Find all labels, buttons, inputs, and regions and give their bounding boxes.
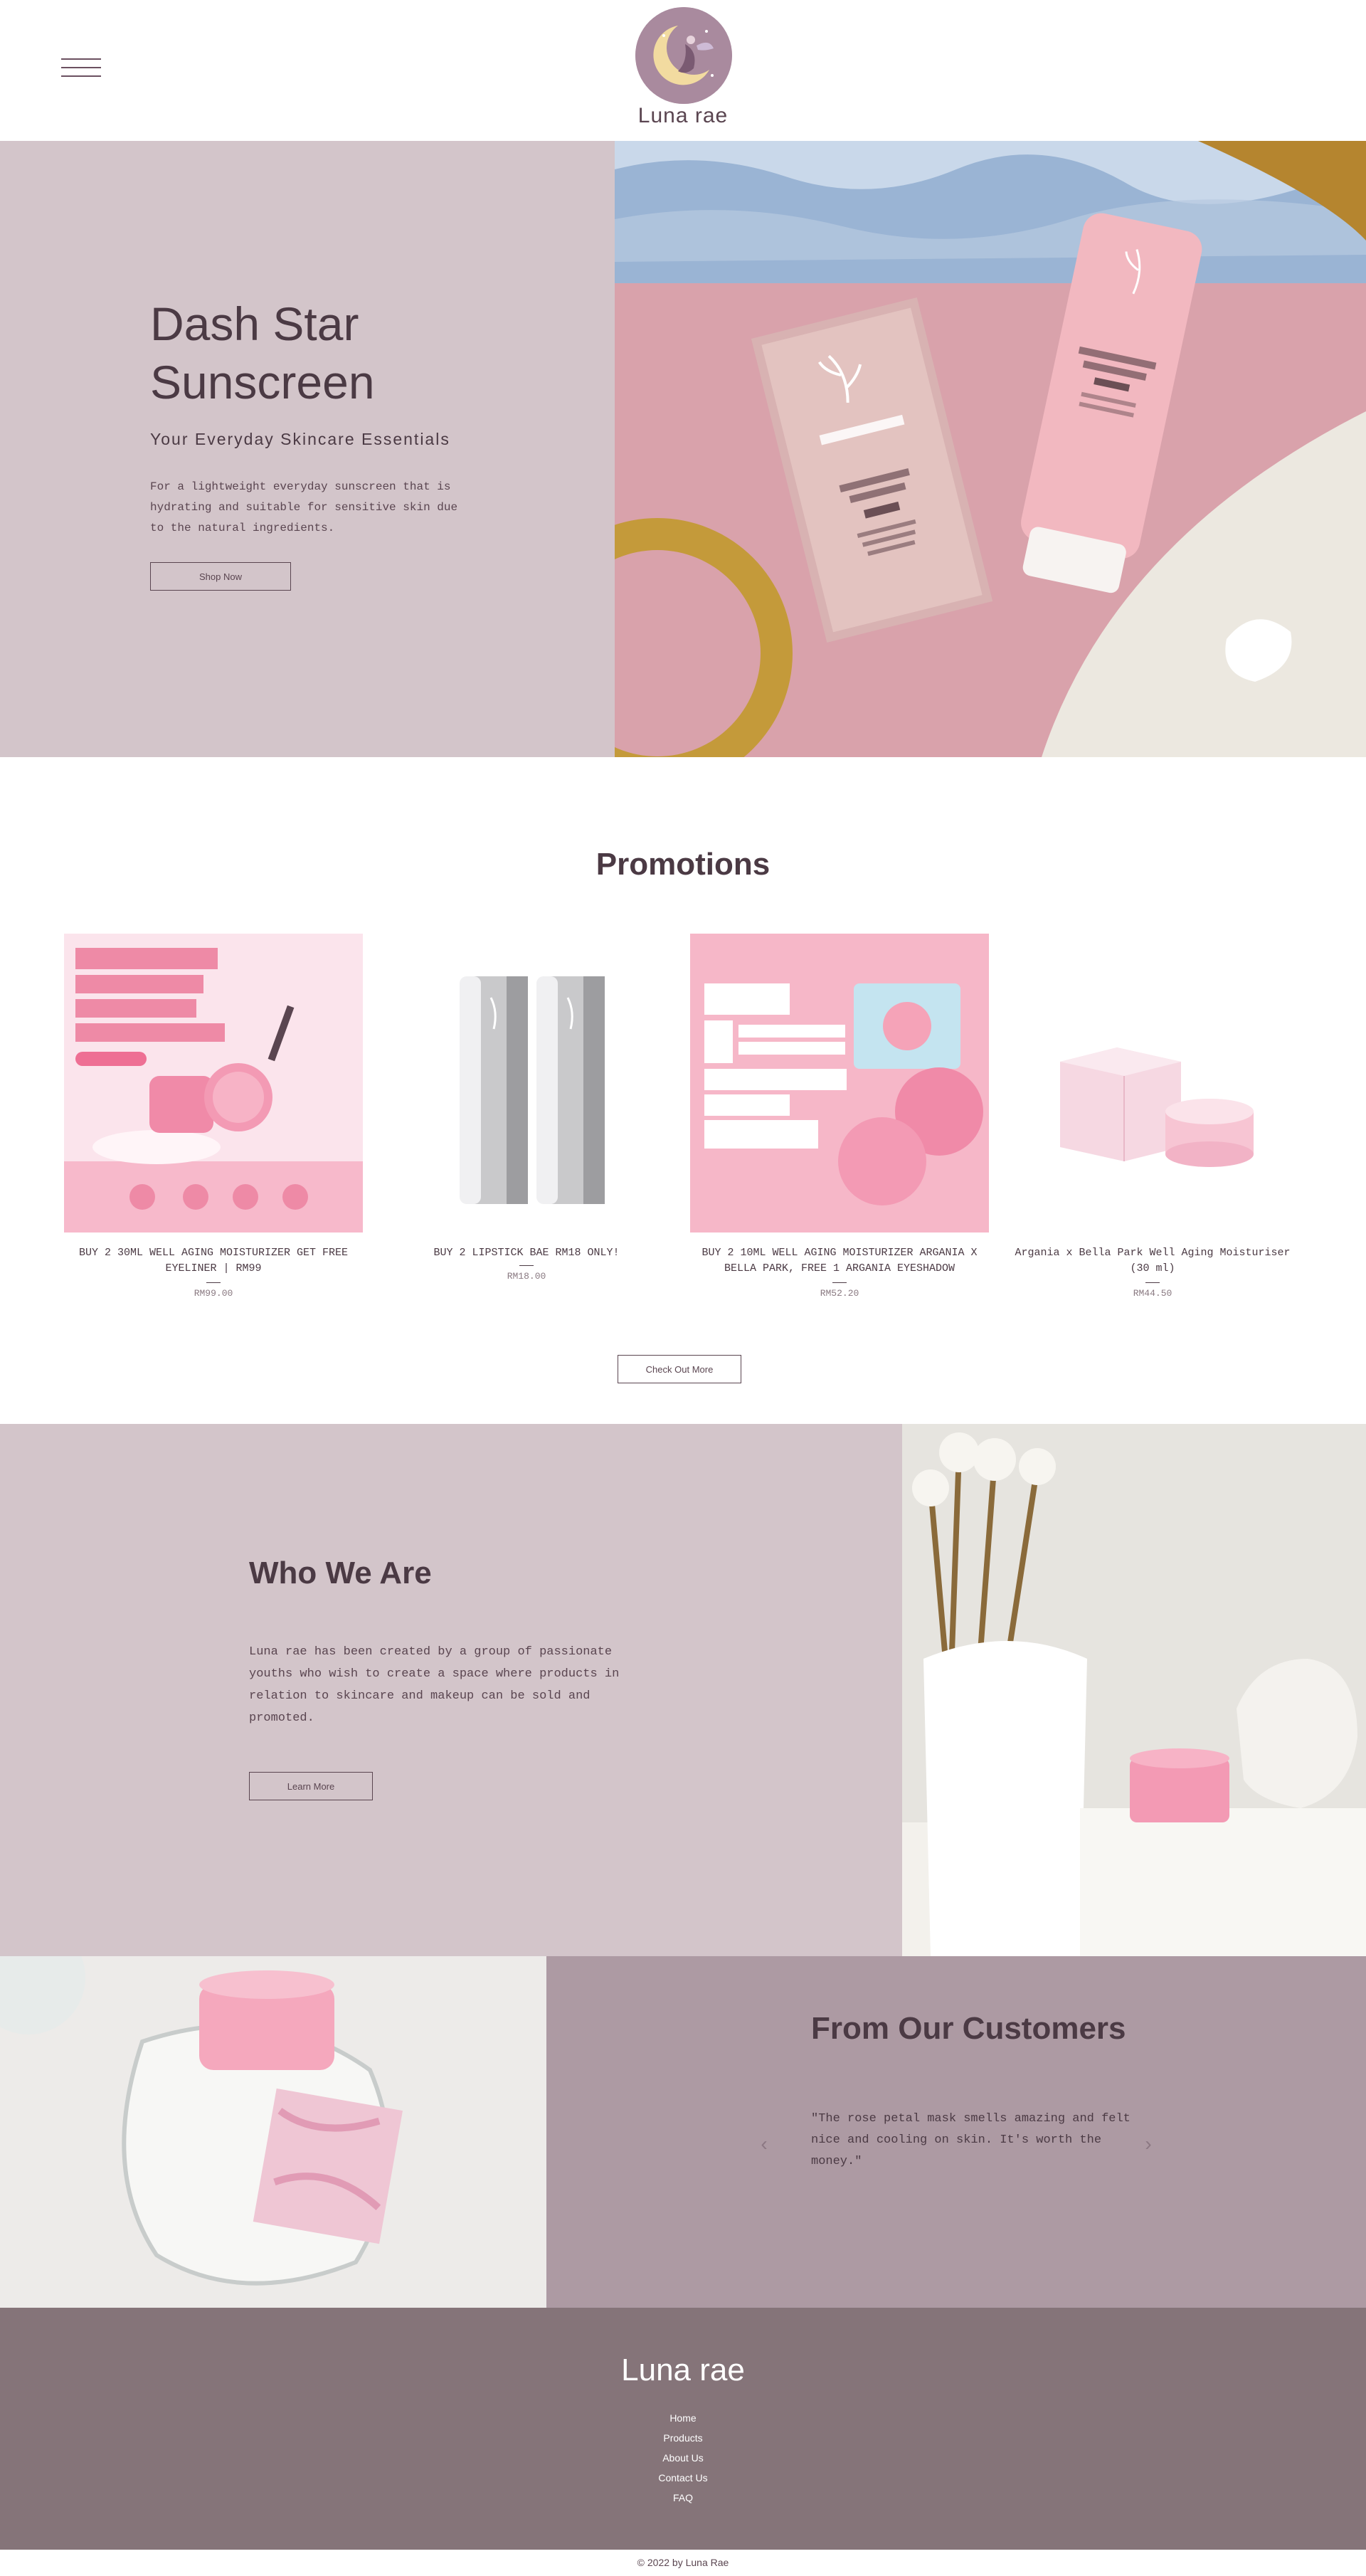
footer-link-products[interactable]: Products <box>612 2428 754 2448</box>
hero-panel <box>0 141 615 757</box>
testimonial-quote: "The rose petal mask smells amazing and … <box>811 2112 1131 2168</box>
learn-more-button[interactable]: Learn More <box>249 1772 373 1800</box>
footer-link-contact-us[interactable]: Contact Us <box>612 2468 754 2488</box>
hero-subtitle: Your Everyday Skincare Essentials <box>150 430 450 448</box>
footer-brand: Luna rae <box>621 2353 745 2387</box>
shop-now-button[interactable]: Shop Now <box>150 562 291 591</box>
menu-line <box>61 67 101 68</box>
moon-fairy-logo-icon <box>635 7 732 104</box>
product-image[interactable] <box>1003 934 1302 1232</box>
footer-link-home[interactable]: Home <box>612 2408 754 2428</box>
hamburger-menu-icon[interactable] <box>61 56 101 80</box>
divider <box>206 1282 221 1283</box>
product-name[interactable]: BUY 2 LIPSTICK BAE RM18 ONLY! <box>377 1245 676 1261</box>
divider <box>519 1265 534 1266</box>
product-card[interactable]: Argania x Bella Park Well Aging Moisturi… <box>1003 934 1302 1299</box>
product-price: RM99.00 <box>194 1288 233 1299</box>
footer-link-about-us[interactable]: About Us <box>612 2448 754 2468</box>
product-price: RM44.50 <box>1133 1288 1172 1299</box>
product-card[interactable]: BUY 2 LIPSTICK BAE RM18 ONLY! RM18.00 <box>377 934 676 1282</box>
hero-product-image <box>615 141 1366 757</box>
divider <box>832 1282 847 1283</box>
about-description: Luna rae has been created by a group of … <box>249 1645 620 1725</box>
testimonial-image <box>0 1956 546 2308</box>
product-name[interactable]: BUY 2 10ML WELL AGING MOISTURIZER ARGANI… <box>690 1245 989 1277</box>
copyright: © 2022 by Luna Rae <box>0 2550 1366 2576</box>
footer-nav: Home Products About Us Contact Us FAQ <box>612 2408 754 2508</box>
chevron-left-icon[interactable]: ‹ <box>756 2133 773 2155</box>
menu-line <box>61 75 101 77</box>
product-card[interactable]: BUY 2 10ML WELL AGING MOISTURIZER ARGANI… <box>690 934 989 1299</box>
menu-line <box>61 58 101 60</box>
promotions-title: Promotions <box>595 847 771 882</box>
site-header: Luna rae <box>0 0 1366 141</box>
product-image[interactable] <box>64 934 363 1232</box>
chevron-right-icon[interactable]: › <box>1140 2133 1157 2155</box>
testimonials-title: From Our Customers <box>811 2011 1126 2046</box>
hero-description: For a lightweight everyday sunscreen tha… <box>150 480 458 534</box>
product-image[interactable] <box>690 934 989 1232</box>
logo[interactable] <box>635 7 732 104</box>
product-name[interactable]: Argania x Bella Park Well Aging Moisturi… <box>1003 1245 1302 1277</box>
product-price: RM52.20 <box>820 1288 859 1299</box>
about-image <box>902 1424 1366 1956</box>
product-image[interactable] <box>377 934 676 1232</box>
product-name[interactable]: BUY 2 30ML WELL AGING MOISTURIZER GET FR… <box>64 1245 363 1277</box>
product-price: RM18.00 <box>507 1271 546 1282</box>
divider <box>1145 1282 1160 1283</box>
brand-name[interactable]: Luna rae <box>612 104 754 128</box>
product-card[interactable]: BUY 2 30ML WELL AGING MOISTURIZER GET FR… <box>64 934 363 1299</box>
about-title: Who We Are <box>249 1556 432 1590</box>
hero-title: Dash Star Sunscreen <box>150 297 375 408</box>
footer-link-faq[interactable]: FAQ <box>612 2488 754 2508</box>
check-out-more-button[interactable]: Check Out More <box>618 1355 741 1383</box>
